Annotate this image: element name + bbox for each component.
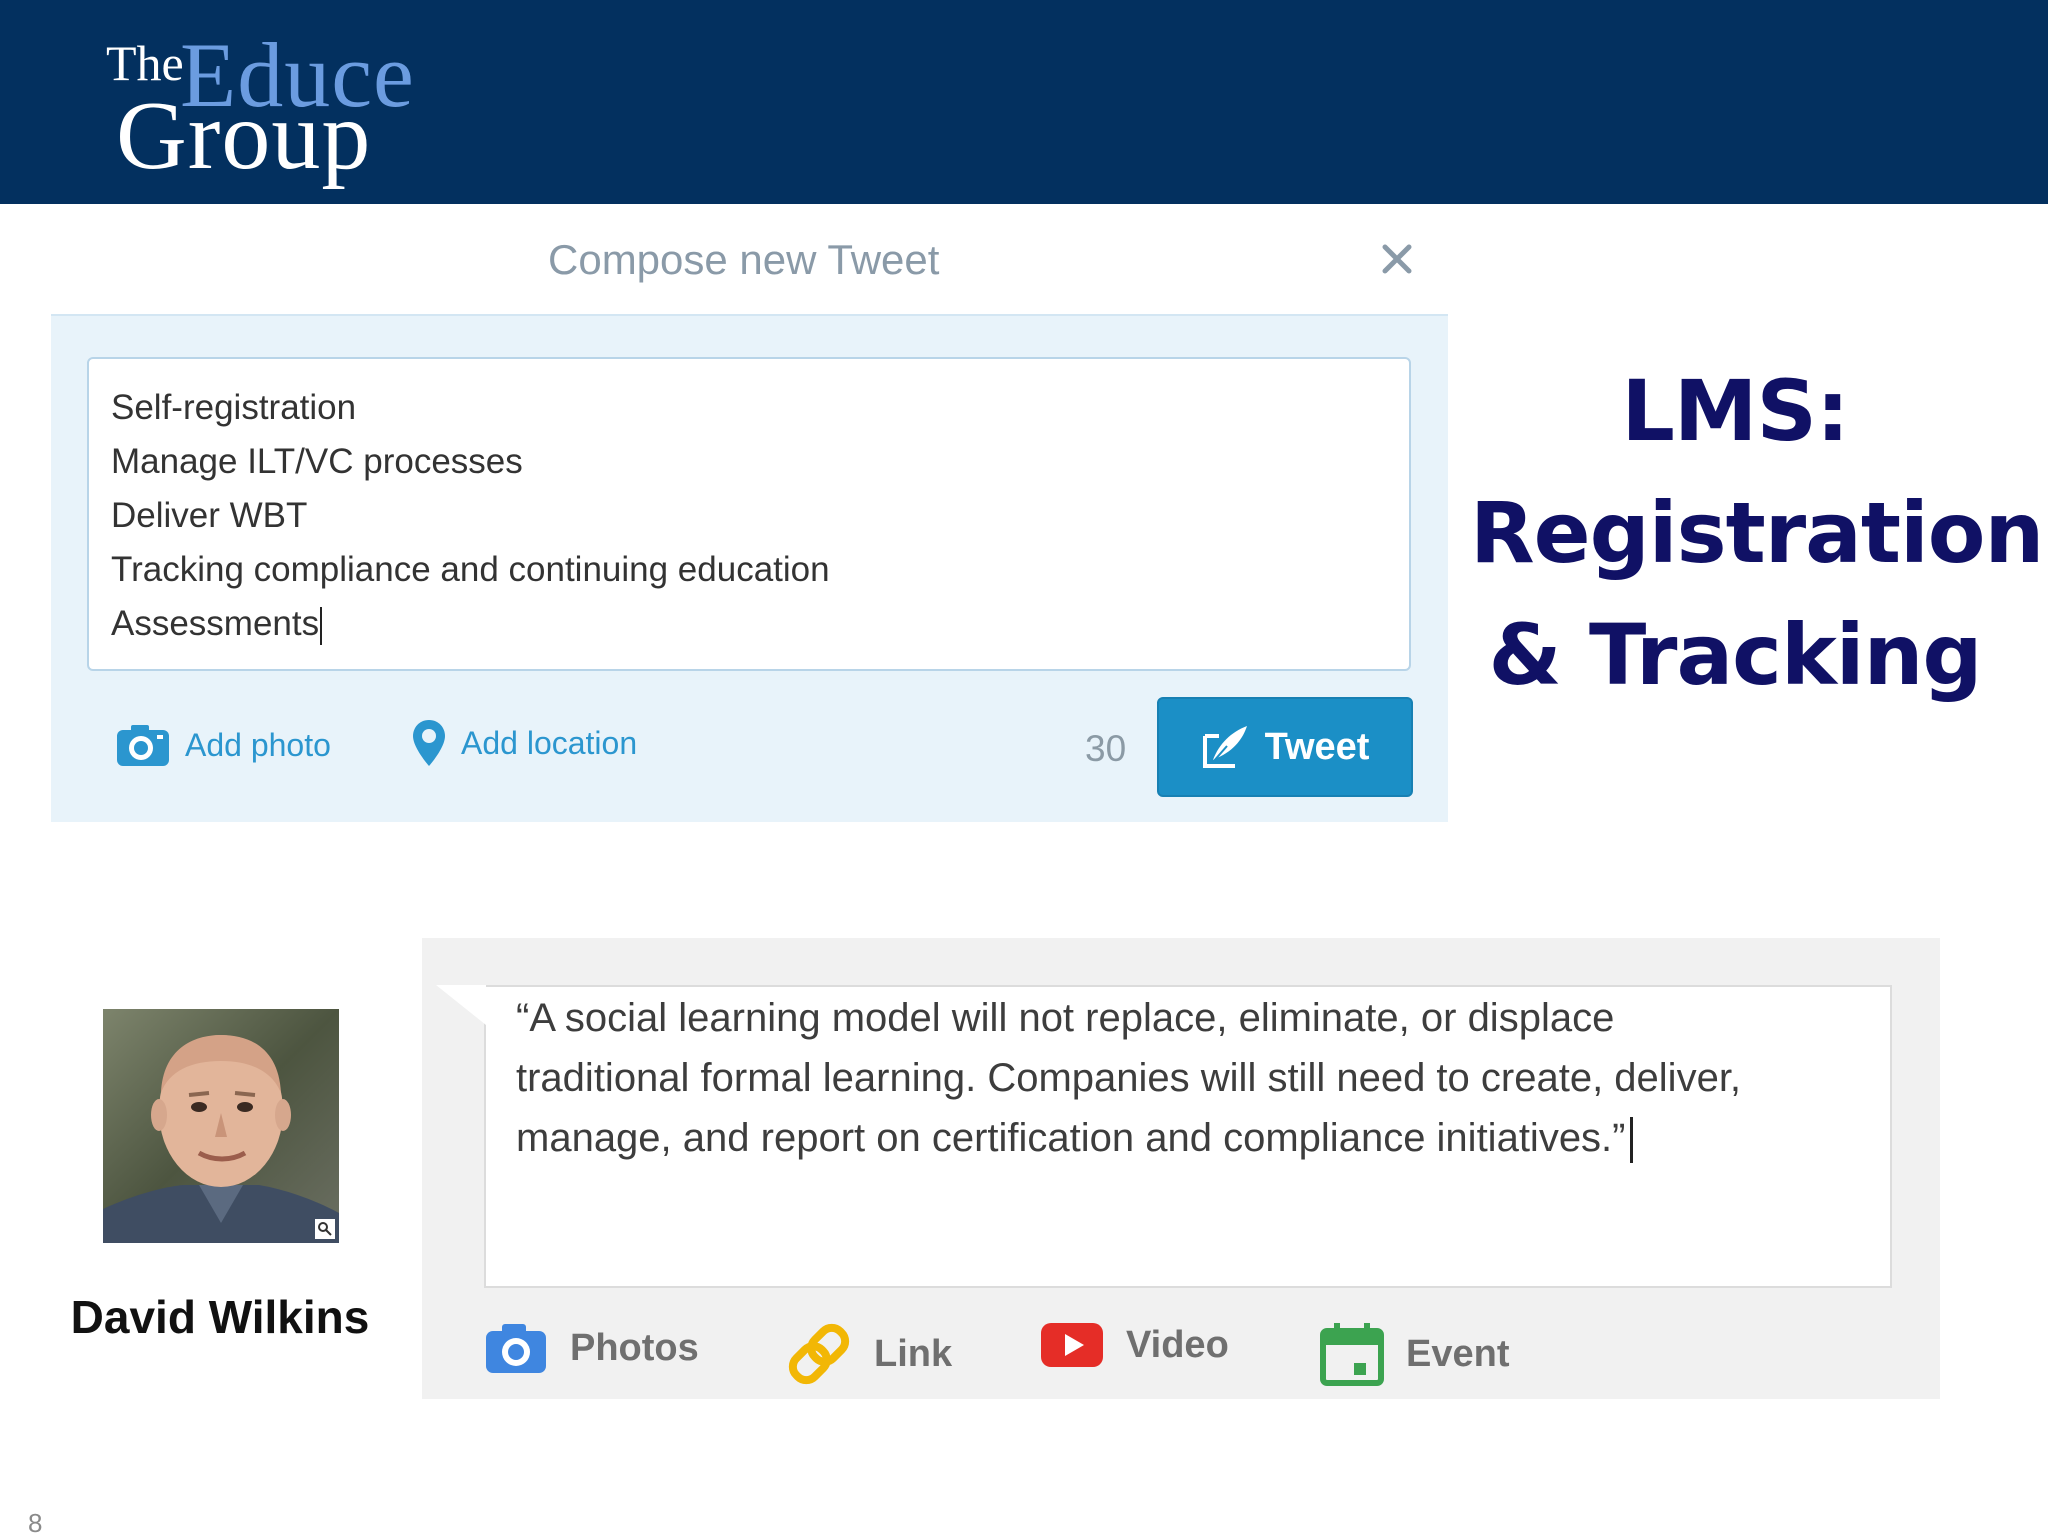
- location-pin-icon: [413, 720, 445, 766]
- video-play-icon: [1041, 1323, 1103, 1367]
- author-portrait: [103, 1009, 339, 1243]
- tweet-line-text: Assessments: [111, 604, 320, 643]
- add-photo-button[interactable]: Add photo: [115, 722, 331, 768]
- camera-icon: [486, 1324, 546, 1373]
- character-count: 30: [1085, 728, 1127, 769]
- photos-label: Photos: [570, 1326, 699, 1369]
- slide-number: 8: [28, 1508, 43, 1538]
- header-band: The Educe Group: [0, 0, 2048, 204]
- link-label: Link: [874, 1332, 953, 1375]
- add-location-label: Add location: [461, 724, 638, 761]
- camera-icon: [117, 725, 169, 766]
- slide-title-line: LMS:: [1621, 362, 1849, 460]
- speech-bubble-notch: [436, 985, 486, 1025]
- quote-line: traditional formal learning. Companies w…: [516, 1056, 1742, 1100]
- add-location-button[interactable]: Add location: [411, 718, 637, 768]
- compose-quill-icon: [1202, 726, 1247, 768]
- author-photo: [103, 1009, 339, 1243]
- add-photo-label: Add photo: [185, 726, 331, 763]
- slide-title-line: & Tracking: [1488, 606, 1982, 704]
- quote-line-text: manage, and report on certification and …: [516, 1116, 1626, 1160]
- add-link-button[interactable]: Link: [786, 1321, 952, 1387]
- tweet-button-label: Tweet: [1264, 725, 1370, 768]
- author-name: David Wilkins: [70, 1291, 370, 1343]
- event-label: Event: [1406, 1332, 1510, 1375]
- add-photos-button[interactable]: Photos: [484, 1321, 699, 1375]
- tweet-line-last: Assessments: [111, 597, 830, 651]
- tweet-line: Self-registration: [111, 388, 357, 427]
- slide-title-line: Registration: [1470, 484, 2044, 582]
- link-chain-icon: [788, 1323, 850, 1385]
- quote-text: “A social learning model will not replac…: [516, 988, 1816, 1168]
- close-icon[interactable]: [1380, 242, 1414, 276]
- compose-title: Compose new Tweet: [548, 236, 940, 283]
- post-composer-panel: “A social learning model will not replac…: [422, 938, 1940, 1399]
- compose-panel: Self-registration Manage ILT/VC processe…: [51, 314, 1448, 822]
- add-event-button[interactable]: Event: [1320, 1321, 1509, 1387]
- quote-line-last: manage, and report on certification and …: [516, 1108, 1816, 1168]
- calendar-icon: [1320, 1323, 1384, 1386]
- educe-group-logo: The Educe Group: [80, 22, 480, 192]
- video-label: Video: [1126, 1323, 1229, 1366]
- tweet-line: Deliver WBT: [111, 496, 308, 535]
- text-caret: [1629, 1117, 1633, 1164]
- tweet-line: Manage ILT/VC processes: [111, 442, 523, 481]
- tweet-line: Tracking compliance and continuing educa…: [111, 550, 830, 589]
- text-caret: [320, 606, 323, 645]
- tweet-button[interactable]: Tweet: [1157, 697, 1413, 797]
- quote-line: “A social learning model will not replac…: [516, 996, 1615, 1040]
- tweet-textarea[interactable]: Self-registration Manage ILT/VC processe…: [87, 357, 1411, 671]
- add-video-button[interactable]: Video: [1040, 1321, 1229, 1369]
- slide-title: LMS: Registration & Tracking: [1470, 350, 2044, 716]
- logo-group: Group: [116, 82, 372, 190]
